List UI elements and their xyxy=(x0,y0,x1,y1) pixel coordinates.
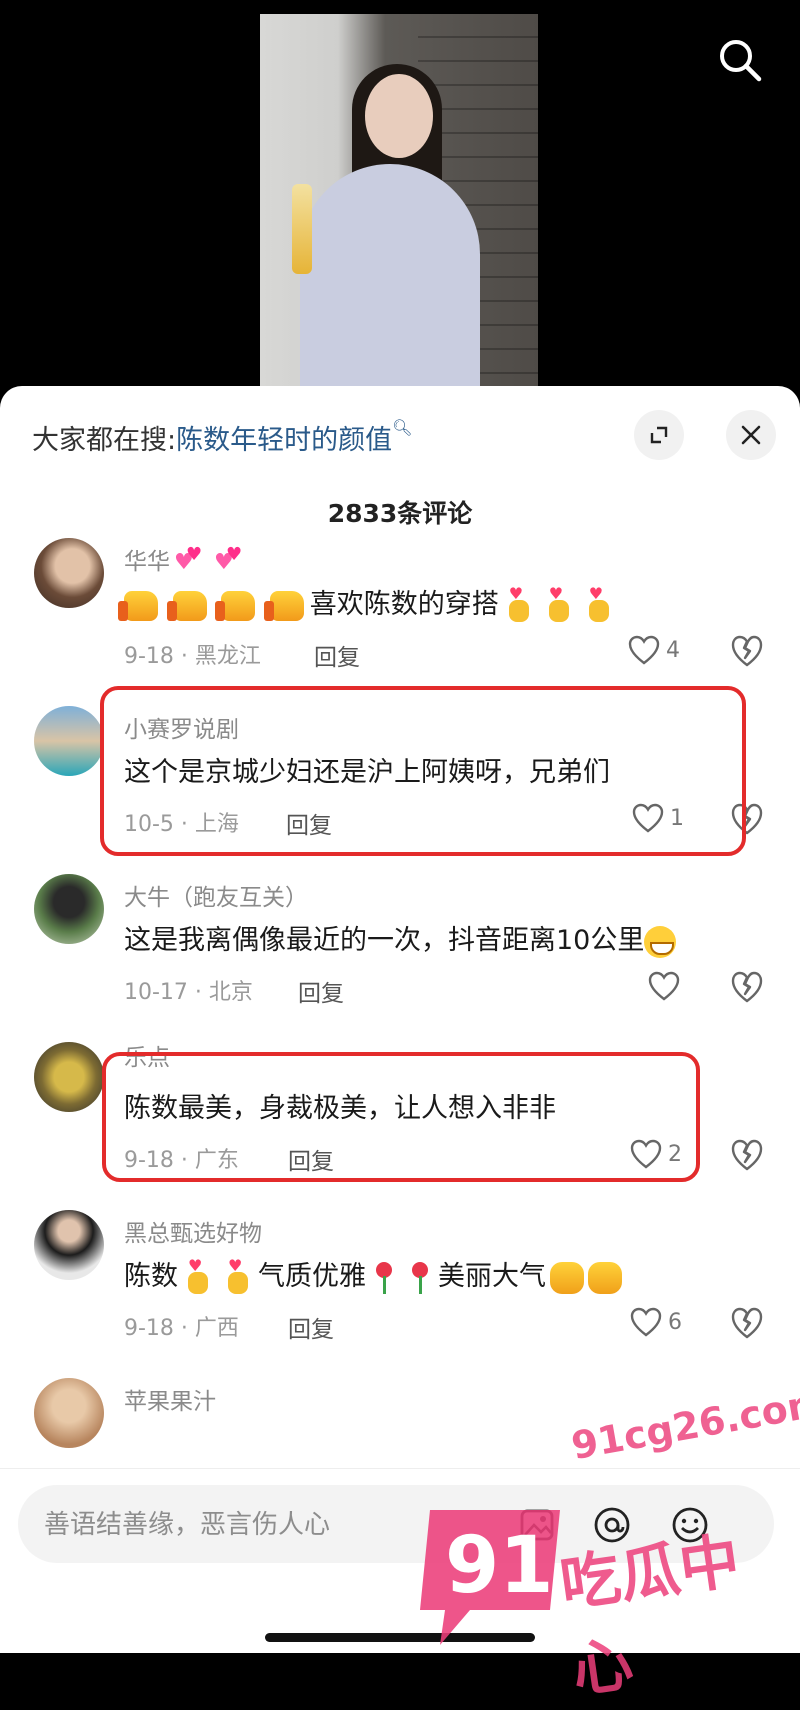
avatar[interactable] xyxy=(34,706,104,776)
heart-outline-icon xyxy=(630,1307,662,1337)
thumbs-up-emoji xyxy=(215,590,256,621)
grinning-sweat-emoji xyxy=(644,925,677,958)
reply-button[interactable]: 回复 xyxy=(314,638,360,672)
thumbs-up-emoji xyxy=(263,590,304,621)
comment-meta: 9-18 · 黑龙江 xyxy=(124,644,261,669)
broken-heart-icon[interactable] xyxy=(730,970,764,1004)
comment-author[interactable]: 黑总甄选好物 xyxy=(124,1214,262,1248)
video-player[interactable] xyxy=(0,0,800,400)
reply-button[interactable]: 回复 xyxy=(298,974,344,1008)
broken-heart-icon[interactable] xyxy=(730,634,764,668)
comment-item: 黑总甄选好物 陈数气质优雅美丽大气 9-18 · 广西 回复 6 xyxy=(0,1210,800,1350)
hot-search-term[interactable]: 陈数年轻时的颜值 xyxy=(176,425,392,456)
heart-outline-icon xyxy=(628,635,660,665)
comment-author[interactable]: 华华 xyxy=(124,542,244,576)
close-icon xyxy=(741,425,761,445)
video-frame xyxy=(260,14,538,394)
video-figure-coat xyxy=(300,164,480,394)
highlight-box xyxy=(100,686,746,856)
avatar[interactable] xyxy=(34,1378,104,1448)
expand-icon xyxy=(650,426,668,444)
finger-heart-emoji xyxy=(547,584,571,622)
comment-author[interactable]: 大牛（跑友互关） xyxy=(124,878,308,912)
close-button[interactable] xyxy=(726,410,776,460)
thumbs-up-emoji xyxy=(166,590,207,621)
comment-item: 大牛（跑友互关） 这是我离偶像最近的一次，抖音距离10公里 10-17 · 北京… xyxy=(0,874,800,1014)
hot-search-bar[interactable]: 大家都在搜:陈数年轻时的颜值🔍︎ xyxy=(32,418,412,457)
search-icon: 🔍︎ xyxy=(392,418,413,437)
avatar[interactable] xyxy=(34,1042,104,1112)
clapping-hands-emoji xyxy=(588,1261,622,1294)
expand-button[interactable] xyxy=(634,410,684,460)
avatar[interactable] xyxy=(34,538,104,608)
finger-heart-emoji xyxy=(226,1256,250,1294)
search-icon[interactable] xyxy=(716,36,764,84)
comment-sheet: 大家都在搜:陈数年轻时的颜值🔍︎ 2833条评论 华华 喜欢陈数的穿搭 9-18… xyxy=(0,386,800,1652)
like-button[interactable]: 6 xyxy=(630,1304,682,1340)
comment-meta: 10-17 · 北京 xyxy=(124,980,253,1005)
comment-text: 喜欢陈数的穿搭 xyxy=(118,582,619,622)
like-count: 4 xyxy=(666,637,680,663)
comment-author[interactable]: 苹果果汁 xyxy=(124,1382,216,1416)
watermark-name: 吃瓜中心 xyxy=(555,1526,744,1707)
like-button[interactable]: 4 xyxy=(628,632,680,668)
finger-heart-emoji xyxy=(587,584,611,622)
comment-text: 这是我离偶像最近的一次，抖音距离10公里 xyxy=(124,918,677,958)
comment-item: 华华 喜欢陈数的穿搭 9-18 · 黑龙江 回复 4 xyxy=(0,538,800,678)
comment-count: 2833条评论 xyxy=(327,499,473,528)
sparkling-heart-emoji xyxy=(214,544,244,576)
rose-emoji xyxy=(408,1261,432,1294)
video-drink xyxy=(292,184,312,274)
hot-search-prefix: 大家都在搜: xyxy=(32,425,177,456)
thumbs-up-emoji xyxy=(118,590,158,621)
clapping-hands-emoji xyxy=(550,1261,584,1294)
heart-outline-icon xyxy=(648,971,680,1001)
watermark-logo: 91 xyxy=(400,1500,570,1650)
avatar[interactable] xyxy=(34,874,104,944)
video-figure-face xyxy=(365,74,433,158)
like-count: 6 xyxy=(668,1309,682,1335)
comment-meta: 9-18 · 广西 xyxy=(124,1316,239,1341)
two-hearts-emoji xyxy=(174,544,204,576)
reply-button[interactable]: 回复 xyxy=(288,1310,334,1344)
comment-text: 陈数气质优雅美丽大气 xyxy=(124,1254,622,1294)
like-button[interactable] xyxy=(648,968,680,1004)
broken-heart-icon[interactable] xyxy=(730,1306,764,1340)
broken-heart-icon[interactable] xyxy=(730,1138,764,1172)
highlight-box xyxy=(102,1052,700,1182)
watermark-logo-text: 91 xyxy=(445,1521,554,1611)
finger-heart-emoji xyxy=(507,584,531,622)
rose-emoji xyxy=(372,1261,396,1294)
avatar[interactable] xyxy=(34,1210,104,1280)
finger-heart-emoji xyxy=(186,1256,210,1294)
